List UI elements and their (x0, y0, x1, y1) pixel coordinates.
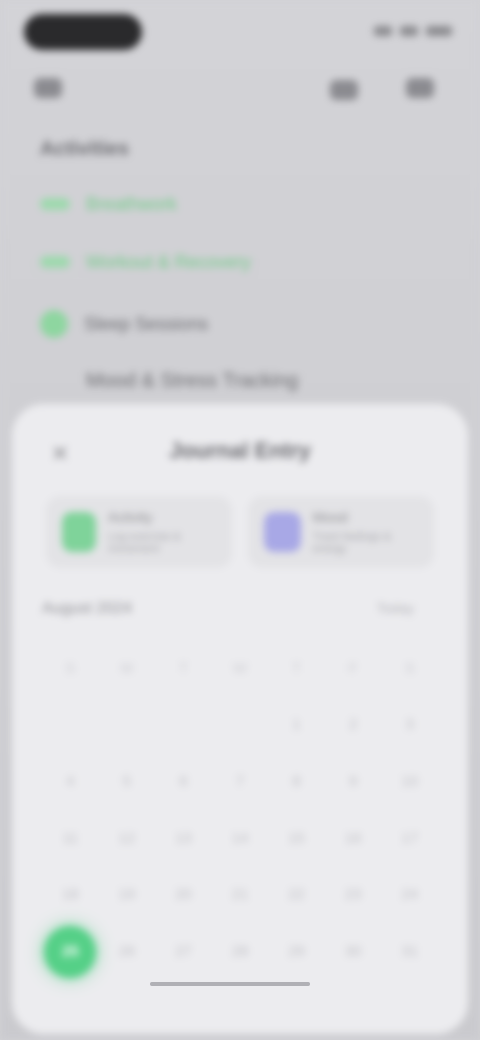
calendar-day[interactable]: 30 (325, 923, 382, 980)
weekday-label: T (291, 659, 302, 677)
calendar-day[interactable]: 31 (381, 923, 438, 980)
calendar-day[interactable]: 8 (268, 753, 325, 810)
status-indicators (356, 24, 452, 38)
card-title: Activity (107, 509, 153, 525)
activity-icon (62, 512, 96, 552)
calendar-grid: S M T W T F S 1 2 3 4 5 6 7 8 9 10 11 12 13 14 15 16 17 18 19 20 21… (42, 640, 438, 980)
list-item-label: Sleep Sessions (84, 313, 209, 334)
calendar-day[interactable]: 1 (268, 697, 325, 754)
calendar-empty (42, 697, 99, 754)
status-bar-pill (24, 14, 142, 50)
sheet-title: Journal Entry (169, 438, 311, 463)
calendar-empty (212, 697, 269, 754)
weekday-label: S (404, 659, 415, 677)
list-item[interactable]: Sleep Sessions (40, 310, 208, 338)
calendar-day[interactable]: 9 (325, 753, 382, 810)
calendar-day[interactable]: 21 (212, 867, 269, 924)
calendar-day[interactable]: 29 (268, 923, 325, 980)
profile-icon[interactable] (330, 80, 358, 100)
calendar-day[interactable]: 5 (99, 753, 156, 810)
calendar-month-label: August 2024 (42, 600, 132, 617)
menu-icon[interactable] (34, 78, 62, 98)
list-item[interactable]: Breathwork (40, 190, 177, 218)
journal-entry-sheet: ✕ Journal Entry Activity Log exercise & … (12, 404, 468, 1034)
weekday-label: M (120, 659, 134, 677)
calendar-day[interactable]: 23 (325, 867, 382, 924)
list-item[interactable]: Workout & Recovery (40, 248, 251, 276)
list-item-label: Workout & Recovery (86, 251, 251, 272)
selected-day[interactable]: 25 (42, 923, 99, 980)
activity-row-icon (40, 256, 70, 268)
calendar-day[interactable]: 22 (268, 867, 325, 924)
app-screen: Activities Breathwork Workout & Recovery… (0, 0, 480, 1040)
list-item-label: Breathwork (86, 193, 178, 214)
calendar-day[interactable]: 15 (268, 810, 325, 867)
mood-icon (264, 512, 301, 552)
calendar-day[interactable]: 17 (381, 810, 438, 867)
calendar-day[interactable]: 3 (381, 697, 438, 754)
calendar-day[interactable]: 18 (42, 867, 99, 924)
activity-card[interactable]: Activity Log exercise & movement (46, 496, 232, 568)
calendar-empty (155, 697, 212, 754)
card-title: Mood (312, 509, 348, 525)
list-item-label[interactable]: Mood & Stress Tracking (86, 370, 298, 393)
calendar-day[interactable]: 16 (325, 810, 382, 867)
section-title: Activities (40, 138, 129, 160)
card-subtitle: Track feelings & energy (312, 531, 392, 555)
calendar-day[interactable]: 6 (155, 753, 212, 810)
calendar-empty (99, 697, 156, 754)
calendar-day[interactable]: 11 (42, 810, 99, 867)
entry-type-cards: Activity Log exercise & movement Mood Tr… (46, 496, 434, 568)
calendar-day[interactable]: 2 (325, 697, 382, 754)
battery-icon (426, 26, 452, 36)
calendar-day[interactable]: 12 (99, 810, 156, 867)
calendar-day[interactable]: 27 (155, 923, 212, 980)
calendar-day[interactable]: 13 (155, 810, 212, 867)
signal-icon (374, 26, 392, 36)
activity-row-icon (40, 198, 70, 210)
mood-card[interactable]: Mood Track feelings & energy (248, 496, 434, 568)
calendar-day[interactable]: 20 (155, 867, 212, 924)
wifi-icon (400, 26, 418, 36)
add-icon[interactable] (406, 78, 434, 98)
calendar-day[interactable]: 7 (212, 753, 269, 810)
calendar-day[interactable]: 10 (381, 753, 438, 810)
today-button[interactable]: Today (377, 600, 414, 616)
status-dot-icon (40, 310, 68, 338)
card-subtitle: Log exercise & movement (107, 531, 181, 555)
weekday-label: T (178, 659, 188, 677)
weekday-label: F (348, 659, 358, 677)
sheet-header: ✕ Journal Entry (12, 428, 468, 476)
calendar-day[interactable]: 28 (212, 923, 269, 980)
calendar-day[interactable]: 19 (99, 867, 156, 924)
calendar-day[interactable]: 26 (99, 923, 156, 980)
home-indicator (150, 982, 310, 986)
calendar-day[interactable]: 14 (212, 810, 269, 867)
weekday-label: S (65, 659, 76, 677)
weekday-label: W (232, 659, 248, 677)
calendar-day[interactable]: 24 (381, 867, 438, 924)
calendar-day[interactable]: 4 (42, 753, 99, 810)
